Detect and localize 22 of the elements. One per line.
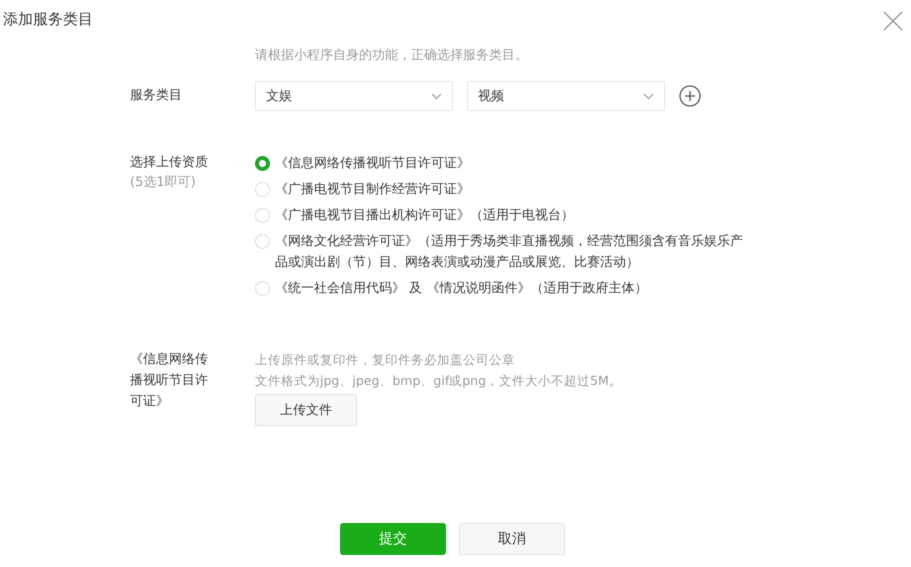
- close-icon[interactable]: [883, 11, 903, 31]
- qualification-label: 选择上传资质: [130, 154, 209, 172]
- option-label[interactable]: 《广播电视节目播出机构许可证》（适用于电视台）: [275, 205, 574, 226]
- dialog-title: 添加服务类目: [3, 10, 93, 29]
- option-label[interactable]: 《信息网络传播视听节目许可证》: [275, 153, 470, 174]
- category-select[interactable]: 文娱: [255, 81, 453, 111]
- category-label: 服务类目: [130, 87, 183, 105]
- radio-button[interactable]: [255, 156, 270, 171]
- hint-text: 请根据小程序自身的功能，正确选择服务类目。: [255, 47, 529, 64]
- cancel-button[interactable]: 取消: [459, 523, 565, 555]
- add-icon[interactable]: [679, 85, 701, 107]
- category-select[interactable]: 视频: [467, 81, 665, 111]
- chevron-down-icon: [643, 92, 654, 100]
- upload-button[interactable]: 上传文件: [255, 394, 357, 426]
- option-label[interactable]: 《统一社会信用代码》 及 《情况说明函件》（适用于政府主体）: [275, 278, 648, 299]
- qualification-sublabel: (5选1即可): [130, 174, 197, 192]
- option-label[interactable]: 《广播电视节目制作经营许可证》: [275, 179, 470, 200]
- chevron-down-icon: [431, 92, 442, 100]
- upload-note: 上传原件或复印件，复印件务必加盖公司公章: [255, 351, 515, 369]
- option-label[interactable]: 《网络文化经营许可证》（适用于秀场类非直播视频，经营范围须含有音乐娱乐产品或演出剧（节）目、网络表演或动漫产品或展览、比赛活动）: [275, 231, 751, 273]
- upload-label: 《信息网络传播视听节目许可证》: [130, 351, 209, 411]
- upload-note: 文件格式为jpg、jpeg、bmp、gif或png，文件大小不超过5M。: [255, 372, 622, 390]
